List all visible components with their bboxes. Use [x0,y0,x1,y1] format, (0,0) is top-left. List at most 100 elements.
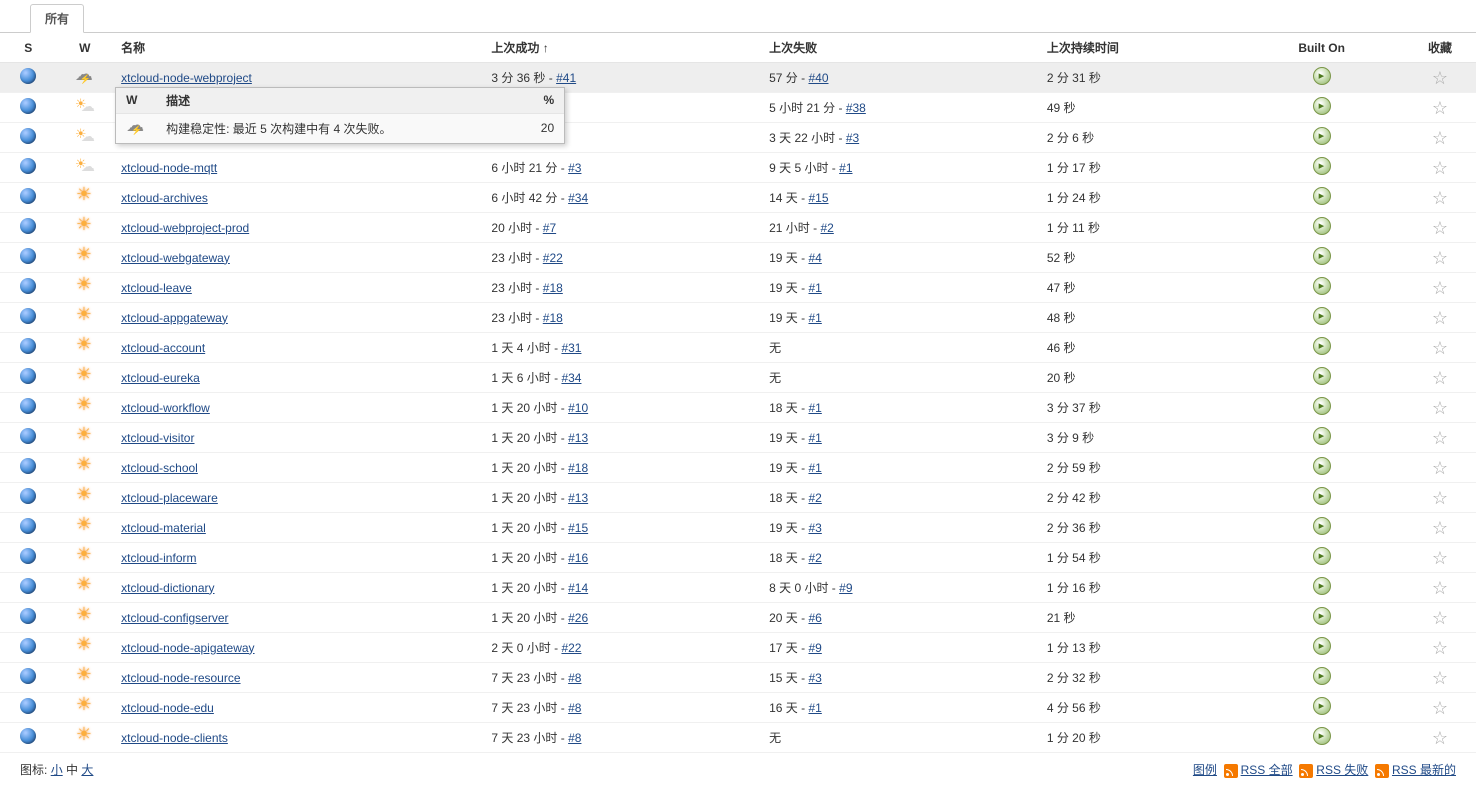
last-success-build-link[interactable]: #22 [543,251,563,265]
favorite-star-icon[interactable] [1431,248,1449,266]
last-success-build-link[interactable]: #14 [568,581,588,595]
job-name-link[interactable]: xtcloud-inform [121,551,196,565]
last-failure-build-link[interactable]: #3 [808,671,821,685]
header-duration[interactable]: 上次持续时间 [1039,33,1240,63]
icon-size-medium[interactable]: 中 [66,763,78,777]
job-name-link[interactable]: xtcloud-workflow [121,401,210,415]
favorite-star-icon[interactable] [1431,218,1449,236]
favorite-star-icon[interactable] [1431,488,1449,506]
last-failure-build-link[interactable]: #9 [839,581,852,595]
job-name-link[interactable]: xtcloud-node-clients [121,731,228,745]
favorite-star-icon[interactable] [1431,308,1449,326]
last-success-build-link[interactable]: #18 [543,311,563,325]
rss-latest-link[interactable]: RSS 最新的 [1392,763,1456,777]
last-failure-build-link[interactable]: #6 [808,611,821,625]
icon-size-large[interactable]: 大 [81,763,93,777]
header-name[interactable]: 名称 [113,33,483,63]
node-icon[interactable] [1313,247,1331,265]
last-failure-build-link[interactable]: #2 [808,551,821,565]
node-icon[interactable] [1313,217,1331,235]
last-success-build-link[interactable]: #13 [568,431,588,445]
last-failure-build-link[interactable]: #1 [808,401,821,415]
favorite-star-icon[interactable] [1431,548,1449,566]
header-last-failure[interactable]: 上次失败 [761,33,1039,63]
node-icon[interactable] [1313,97,1331,115]
node-icon[interactable] [1313,577,1331,595]
node-icon[interactable] [1313,457,1331,475]
favorite-star-icon[interactable] [1431,338,1449,356]
header-built-on[interactable]: Built On [1239,33,1404,63]
favorite-star-icon[interactable] [1431,608,1449,626]
favorite-star-icon[interactable] [1431,428,1449,446]
node-icon[interactable] [1313,127,1331,145]
node-icon[interactable] [1313,697,1331,715]
job-name-link[interactable]: xtcloud-material [121,521,206,535]
rss-fail-link[interactable]: RSS 失败 [1316,763,1368,777]
job-name-link[interactable]: xtcloud-node-resource [121,671,240,685]
favorite-star-icon[interactable] [1431,98,1449,116]
last-failure-build-link[interactable]: #40 [808,71,828,85]
last-success-build-link[interactable]: #34 [568,191,588,205]
favorite-star-icon[interactable] [1431,668,1449,686]
node-icon[interactable] [1313,637,1331,655]
last-success-build-link[interactable]: #13 [568,491,588,505]
node-icon[interactable] [1313,727,1331,745]
node-icon[interactable] [1313,427,1331,445]
last-success-build-link[interactable]: #8 [568,731,581,745]
node-icon[interactable] [1313,487,1331,505]
favorite-star-icon[interactable] [1431,188,1449,206]
node-icon[interactable] [1313,157,1331,175]
last-success-build-link[interactable]: #16 [568,551,588,565]
last-success-build-link[interactable]: #31 [561,341,581,355]
node-icon[interactable] [1313,67,1331,85]
header-favorite[interactable]: 收藏 [1404,33,1476,63]
node-icon[interactable] [1313,337,1331,355]
last-success-build-link[interactable]: #26 [568,611,588,625]
last-failure-build-link[interactable]: #2 [820,221,833,235]
node-icon[interactable] [1313,397,1331,415]
job-name-link[interactable]: xtcloud-node-webproject [121,71,252,85]
favorite-star-icon[interactable] [1431,128,1449,146]
last-success-build-link[interactable]: #10 [568,401,588,415]
job-name-link[interactable]: xtcloud-node-apigateway [121,641,254,655]
job-name-link[interactable]: xtcloud-school [121,461,198,475]
job-name-link[interactable]: xtcloud-webgateway [121,251,230,265]
favorite-star-icon[interactable] [1431,458,1449,476]
node-icon[interactable] [1313,277,1331,295]
last-failure-build-link[interactable]: #4 [808,251,821,265]
last-success-build-link[interactable]: #41 [556,71,576,85]
job-name-link[interactable]: xtcloud-archives [121,191,208,205]
job-name-link[interactable]: xtcloud-appgateway [121,311,228,325]
last-success-build-link[interactable]: #18 [568,461,588,475]
last-success-build-link[interactable]: #8 [568,701,581,715]
header-status[interactable]: S [0,33,57,63]
node-icon[interactable] [1313,547,1331,565]
last-failure-build-link[interactable]: #1 [808,701,821,715]
favorite-star-icon[interactable] [1431,518,1449,536]
job-name-link[interactable]: xtcloud-node-edu [121,701,214,715]
last-success-build-link[interactable]: #22 [561,641,581,655]
last-failure-build-link[interactable]: #1 [808,311,821,325]
node-icon[interactable] [1313,607,1331,625]
favorite-star-icon[interactable] [1431,698,1449,716]
job-name-link[interactable]: xtcloud-placeware [121,491,218,505]
header-last-success[interactable]: 上次成功 ↑ [483,33,761,63]
legend-link[interactable]: 图例 [1193,763,1217,777]
job-name-link[interactable]: xtcloud-node-mqtt [121,161,217,175]
node-icon[interactable] [1313,667,1331,685]
node-icon[interactable] [1313,367,1331,385]
last-failure-build-link[interactable]: #15 [808,191,828,205]
job-name-link[interactable]: xtcloud-webproject-prod [121,221,249,235]
last-failure-build-link[interactable]: #9 [808,641,821,655]
favorite-star-icon[interactable] [1431,638,1449,656]
job-name-link[interactable]: xtcloud-account [121,341,205,355]
favorite-star-icon[interactable] [1431,728,1449,746]
job-name-link[interactable]: xtcloud-configserver [121,611,228,625]
node-icon[interactable] [1313,187,1331,205]
node-icon[interactable] [1313,517,1331,535]
header-weather[interactable]: W [57,33,114,63]
last-failure-build-link[interactable]: #3 [846,131,859,145]
last-failure-build-link[interactable]: #1 [808,281,821,295]
last-failure-build-link[interactable]: #1 [808,461,821,475]
favorite-star-icon[interactable] [1431,68,1449,86]
